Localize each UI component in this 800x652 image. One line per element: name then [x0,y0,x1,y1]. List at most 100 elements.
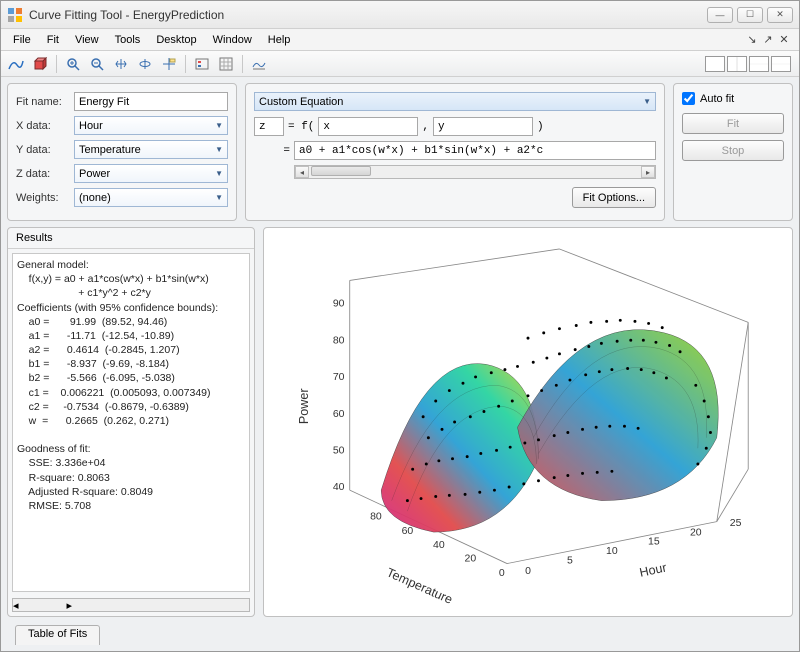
scroll-right-icon[interactable]: ▸ [641,166,655,178]
cube-icon[interactable] [29,54,51,74]
eq-rhs-eq: = [254,145,290,157]
rotate3d-icon[interactable] [134,54,156,74]
scroll-right-icon[interactable]: ▸ [67,599,73,612]
bottom-panels: Results General model: f(x,y) = a0 + a1*… [7,227,793,617]
svg-text:40: 40 [433,540,445,551]
menu-window[interactable]: Window [205,32,260,48]
xlabel: Temperature [384,565,454,607]
cftool-icon[interactable] [5,54,27,74]
menu-desktop[interactable]: Desktop [148,32,204,48]
svg-text:60: 60 [402,526,414,537]
eq-close: ) [537,121,544,133]
results-column: Results General model: f(x,y) = a0 + a1*… [7,227,255,617]
layout-single[interactable] [705,56,725,72]
xdata-dropdown[interactable]: Hour [74,116,228,135]
content-area: Fit name: X data: Hour Y data: Temperatu… [1,77,799,651]
fitname-input[interactable] [74,92,228,111]
menubar: File Fit View Tools Desktop Window Help … [1,29,799,51]
ylabel: Hour [638,560,668,579]
svg-text:80: 80 [370,512,382,523]
arg1-input[interactable] [318,117,418,136]
arg2-input[interactable] [433,117,533,136]
data-panel: Fit name: X data: Hour Y data: Temperatu… [7,83,237,221]
autofit-checkbox[interactable]: Auto fit [682,92,784,105]
dock-icon[interactable]: ↗ [761,33,775,46]
window-controls: — ☐ ✕ [707,7,793,23]
svg-text:0: 0 [525,566,531,577]
eq-ftext: = f( [288,121,314,133]
app-window: Curve Fitting Tool - EnergyPrediction — … [0,0,800,652]
scroll-left-icon[interactable]: ◂ [295,166,309,178]
svg-text:5: 5 [567,556,573,567]
layout-quad[interactable] [771,56,791,72]
svg-text:40: 40 [333,482,345,493]
zdata-label: Z data: [16,168,70,180]
autofit-label: Auto fit [700,93,734,105]
zlabel: Power [297,388,311,424]
undock-icon[interactable]: ↘ [745,33,759,46]
menu-help[interactable]: Help [260,32,299,48]
top-panels: Fit name: X data: Hour Y data: Temperatu… [7,83,793,221]
lhs-var-input[interactable] [254,117,284,136]
results-panel: Results General model: f(x,y) = a0 + a1*… [7,227,255,617]
weights-label: Weights: [16,192,70,204]
equation-panel: Custom Equation = f( , ) = ◂ ▸ [245,83,665,221]
equation-hscroll[interactable]: ◂ ▸ [294,165,656,179]
fit-control-panel: Auto fit Fit Stop [673,83,793,221]
svg-text:90: 90 [333,299,345,310]
pan-icon[interactable] [110,54,132,74]
datacursor-icon[interactable] [158,54,180,74]
svg-text:25: 25 [730,518,742,529]
menu-close-icon[interactable]: ✕ [777,33,791,46]
autofit-input[interactable] [682,92,695,105]
legend-icon[interactable] [191,54,213,74]
equation-expr-input[interactable] [294,141,656,160]
plot-panel[interactable]: 40 50 60 70 80 90 0 20 40 60 80 [263,227,793,617]
surface-plot[interactable]: 40 50 60 70 80 90 0 20 40 60 80 [264,228,792,616]
toolbar [1,51,799,77]
xdata-label: X data: [16,120,70,132]
results-header: Results [8,228,254,249]
svg-text:70: 70 [333,372,345,383]
fitname-label: Fit name: [16,96,70,108]
svg-text:10: 10 [606,546,618,557]
svg-text:60: 60 [333,409,345,420]
svg-text:20: 20 [464,553,476,564]
fit-options-button[interactable]: Fit Options... [572,187,656,208]
ydata-dropdown[interactable]: Temperature [74,140,228,159]
zoom-out-icon[interactable] [86,54,108,74]
ydata-label: Y data: [16,144,70,156]
residuals-icon[interactable] [248,54,270,74]
scroll-left-icon[interactable]: ◂ [13,599,19,612]
zdata-dropdown[interactable]: Power [74,164,228,183]
window-title: Curve Fitting Tool - EnergyPrediction [29,8,707,22]
fit-button[interactable]: Fit [682,113,784,134]
tabbar: Table of Fits [7,623,793,645]
menu-file[interactable]: File [5,32,39,48]
fit-type-dropdown[interactable]: Custom Equation [254,92,656,111]
menu-dock-controls: ↘ ↗ ✕ [745,33,795,46]
results-hscroll[interactable]: ◂ ▸ [12,598,250,612]
results-text[interactable]: General model: f(x,y) = a0 + a1*cos(w*x)… [12,253,250,592]
scroll-thumb[interactable] [311,166,371,176]
stop-button[interactable]: Stop [682,140,784,161]
minimize-button[interactable]: — [707,7,733,23]
zoom-in-icon[interactable] [62,54,84,74]
layout-split-v[interactable] [749,56,769,72]
eq-comma: , [422,121,429,133]
menu-tools[interactable]: Tools [107,32,149,48]
layout-buttons [705,56,795,72]
svg-text:0: 0 [499,568,505,579]
tab-table-of-fits[interactable]: Table of Fits [15,625,100,645]
svg-text:15: 15 [648,537,660,548]
svg-text:80: 80 [333,335,345,346]
menu-fit[interactable]: Fit [39,32,67,48]
layout-split-h[interactable] [727,56,747,72]
svg-text:20: 20 [690,527,702,538]
maximize-button[interactable]: ☐ [737,7,763,23]
titlebar: Curve Fitting Tool - EnergyPrediction — … [1,1,799,29]
weights-dropdown[interactable]: (none) [74,188,228,207]
menu-view[interactable]: View [67,32,107,48]
close-button[interactable]: ✕ [767,7,793,23]
grid-icon[interactable] [215,54,237,74]
